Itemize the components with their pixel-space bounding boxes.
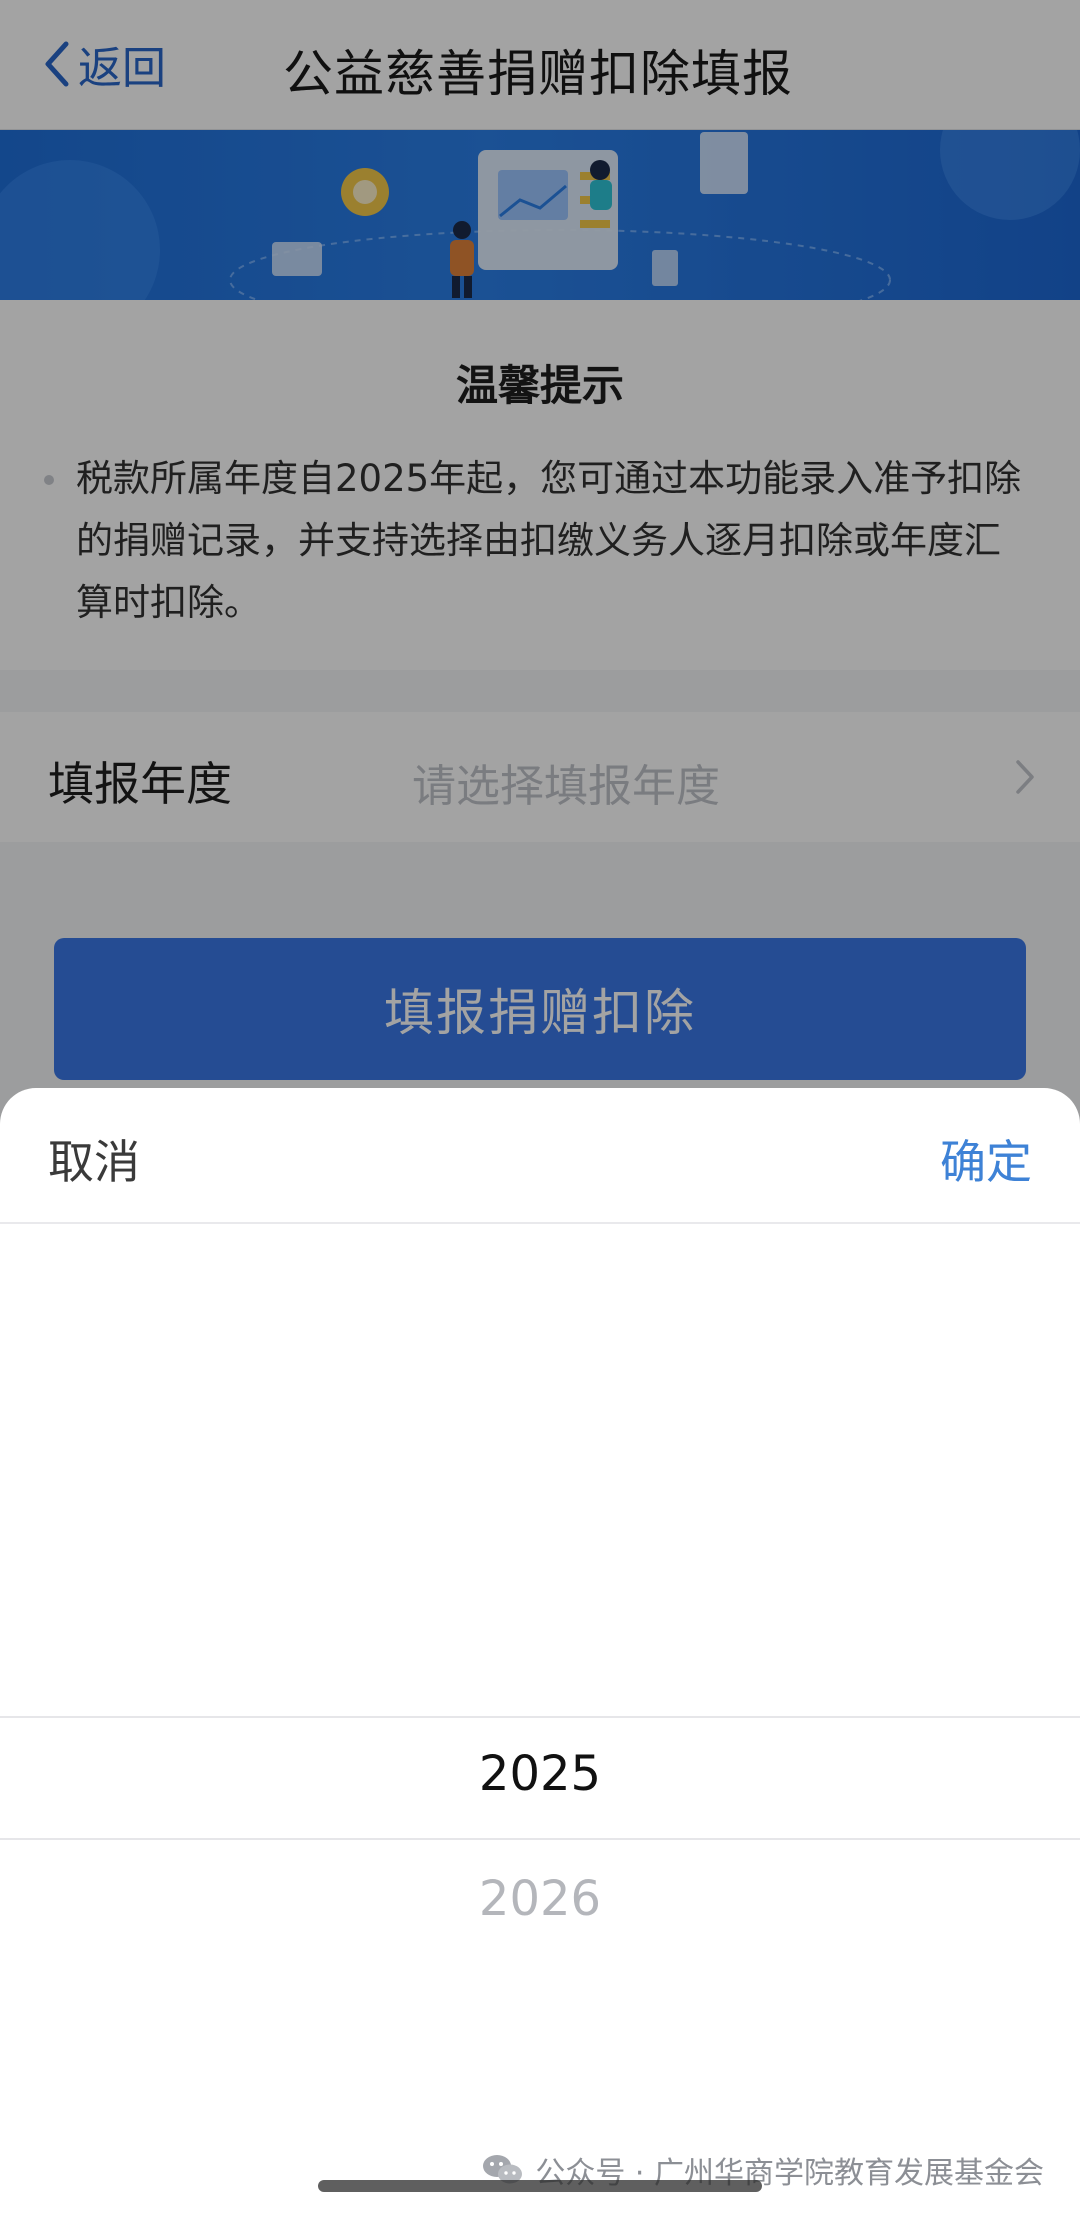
picker-option-selected[interactable]: 2025: [0, 1746, 1080, 1802]
picker-option[interactable]: 2026: [0, 1871, 1080, 1927]
confirm-button[interactable]: 确定: [940, 1126, 1032, 1192]
year-picker-sheet: 取消 确定 2025 2026: [0, 1088, 1080, 2215]
home-indicator[interactable]: [318, 2180, 762, 2192]
year-picker-wheel[interactable]: 2025 2026: [0, 1226, 1080, 2215]
cancel-button[interactable]: 取消: [48, 1126, 140, 1192]
picker-header: 取消 确定: [0, 1088, 1080, 1224]
